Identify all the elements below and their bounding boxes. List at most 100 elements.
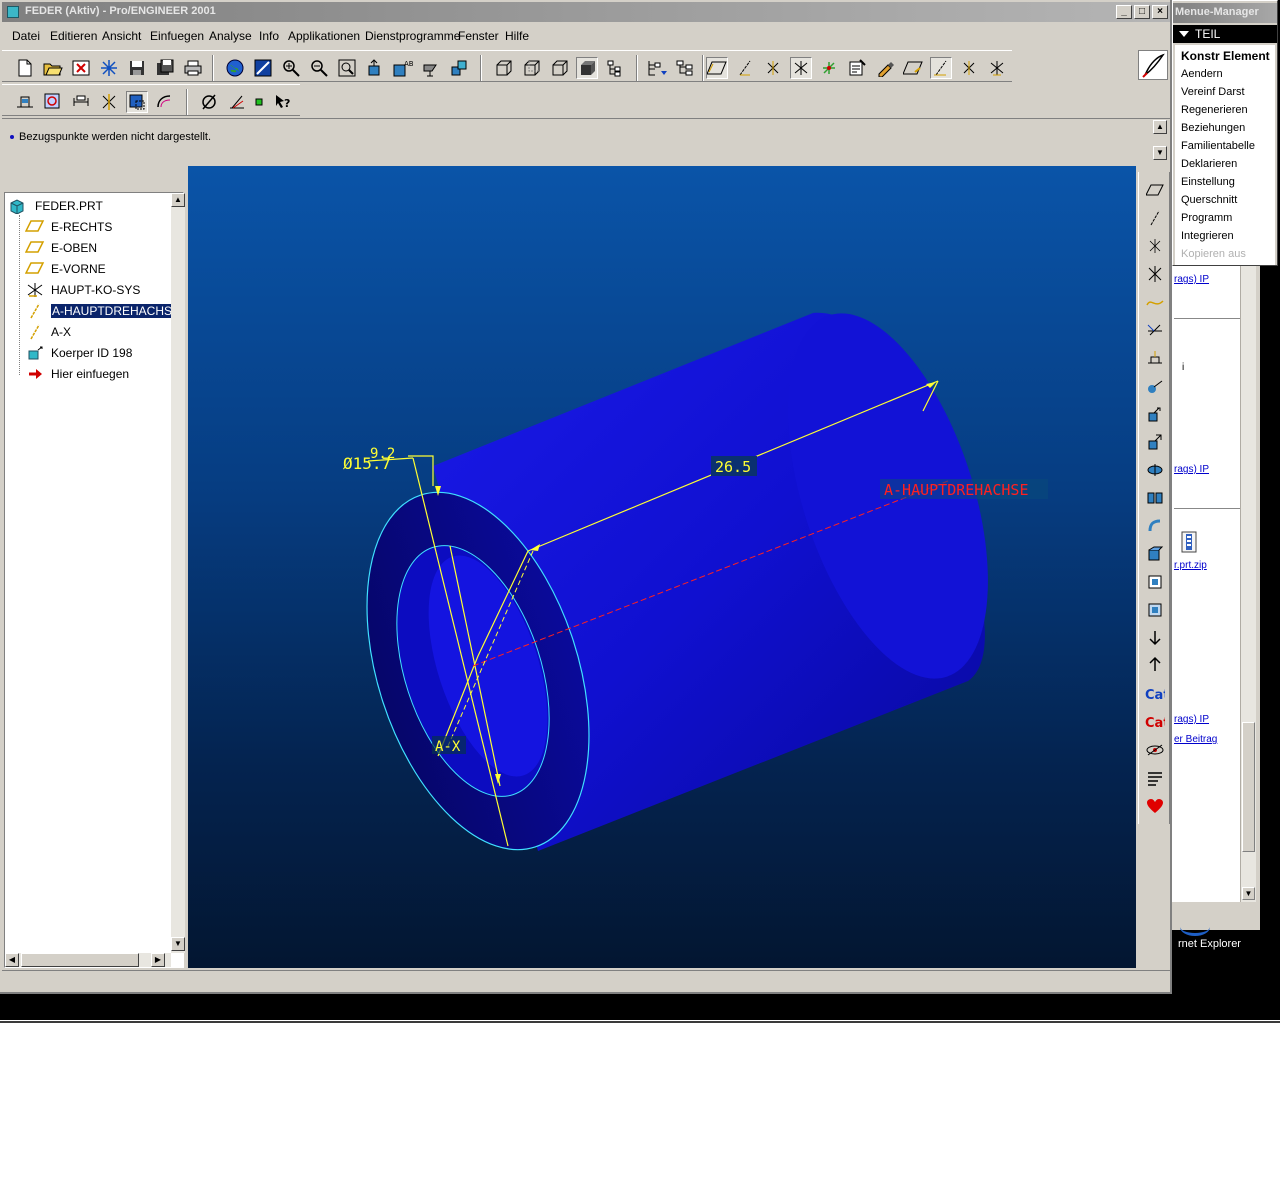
- browser-scrollbar-thumb[interactable]: [1242, 722, 1255, 852]
- menu-item-familientabelle[interactable]: Familientabelle: [1181, 140, 1255, 152]
- extrude-tool-icon[interactable]: [1145, 404, 1165, 424]
- tree-scroll-down-button[interactable]: ▼: [171, 937, 185, 951]
- menu-fenster[interactable]: Fenster: [458, 29, 499, 43]
- datum-axis-tool-icon[interactable]: [1145, 208, 1165, 228]
- model-viewport[interactable]: 26.5 Ø15.7 9.2 A-HAUPTDREHACHSE A-X: [188, 166, 1136, 968]
- hidden-line-icon[interactable]: [520, 57, 542, 79]
- no-hidden-icon[interactable]: [548, 57, 570, 79]
- title-bar[interactable]: FEDER (Aktiv) - Pro/ENGINEER 2001 _ □ ×: [2, 2, 1170, 22]
- zip-file-icon[interactable]: [1176, 530, 1202, 558]
- dimension-inner-diameter-label[interactable]: 9.2: [370, 446, 395, 462]
- model-tree-panel[interactable]: FEDER.PRT E-RECHTS E-OBEN E-VORNE HAUPT-…: [4, 192, 185, 968]
- sweep-tool-icon[interactable]: [1145, 460, 1165, 480]
- minimize-button[interactable]: _: [1116, 5, 1132, 19]
- menu-item-vereinf-darst[interactable]: Vereinf Darst: [1181, 86, 1245, 98]
- datum-curve-tool-icon[interactable]: [1145, 292, 1165, 312]
- axis-creation-icon[interactable]: [930, 57, 952, 79]
- x-axis-tag[interactable]: A-X: [432, 736, 466, 755]
- hide-eye-icon[interactable]: [1145, 740, 1165, 760]
- menu-dienstprogramme[interactable]: Dienstprogramme: [365, 29, 460, 43]
- menu-einfuegen[interactable]: Einfuegen: [150, 29, 204, 43]
- menu-info[interactable]: Info: [259, 29, 279, 43]
- zoom-out-icon[interactable]: [308, 57, 330, 79]
- desktop-icon-label[interactable]: rnet Explorer: [1178, 938, 1241, 950]
- browser-link[interactable]: rags) IP: [1174, 464, 1209, 475]
- graphics-window[interactable]: 26.5 Ø15.7 9.2 A-HAUPTDREHACHSE A-X: [188, 166, 1136, 968]
- browser-link[interactable]: rags) IP: [1174, 274, 1209, 285]
- orient-icon[interactable]: [364, 57, 386, 79]
- model-analysis-icon[interactable]: [98, 91, 120, 113]
- tree-vertical-scrollbar[interactable]: ▲ ▼: [171, 193, 185, 953]
- offset-datum-icon[interactable]: [1145, 348, 1165, 368]
- browser-link[interactable]: rags) IP: [1174, 714, 1209, 725]
- maximize-button[interactable]: □: [1134, 5, 1150, 19]
- csys-tool-icon[interactable]: [1145, 264, 1165, 284]
- new-file-icon[interactable]: [14, 57, 36, 79]
- zoom-in-icon[interactable]: [280, 57, 302, 79]
- browser-scroll-down-button[interactable]: ▼: [1242, 887, 1255, 900]
- context-help-icon[interactable]: ?: [272, 91, 294, 113]
- browser-link[interactable]: r.prt.zip: [1174, 560, 1207, 571]
- menu-item-beziehungen[interactable]: Beziehungen: [1181, 122, 1245, 134]
- menu-item-regenerieren[interactable]: Regenerieren: [1181, 104, 1248, 116]
- repaint-icon[interactable]: [252, 57, 274, 79]
- revolve-tool-icon[interactable]: [1145, 432, 1165, 452]
- menu-item-deklarieren[interactable]: Deklarieren: [1181, 158, 1237, 170]
- save-copy-icon[interactable]: [154, 57, 176, 79]
- round-tool-icon[interactable]: [1145, 544, 1165, 564]
- menu-applikationen[interactable]: Applikationen: [288, 29, 360, 43]
- saved-views-icon[interactable]: [420, 57, 442, 79]
- diameter-icon[interactable]: [198, 91, 220, 113]
- menu-item-integrieren[interactable]: Integrieren: [1181, 230, 1234, 242]
- csys-creation-icon[interactable]: [986, 57, 1008, 79]
- tree-columns-icon[interactable]: [674, 57, 696, 79]
- shading-icon[interactable]: [576, 57, 598, 79]
- spin-center-icon[interactable]: [646, 57, 668, 79]
- wireframe-icon[interactable]: [492, 57, 514, 79]
- message-scroll-down-button[interactable]: ▼: [1153, 146, 1167, 160]
- menu-datei[interactable]: Datei: [12, 29, 40, 43]
- web-browser-icon[interactable]: [224, 57, 246, 79]
- print-icon[interactable]: [182, 57, 204, 79]
- datum-point-tool-icon[interactable]: [1145, 236, 1165, 256]
- rib-tool-icon[interactable]: [1145, 600, 1165, 620]
- cat-tool-icon[interactable]: Cat: [1145, 684, 1165, 704]
- save-icon[interactable]: [126, 57, 148, 79]
- length-dimension[interactable]: 26.5: [711, 456, 757, 476]
- tree-scroll-up-button[interactable]: ▲: [171, 193, 185, 207]
- tree-scroll-left-button[interactable]: ◀: [5, 953, 19, 967]
- menu-item-programm[interactable]: Programm: [1181, 212, 1232, 224]
- internet-explorer-icon[interactable]: [1180, 918, 1210, 936]
- datum-analysis-icon[interactable]: [1145, 376, 1165, 396]
- select-filter-icon[interactable]: [14, 91, 36, 113]
- blend-tool-icon[interactable]: [1145, 488, 1165, 508]
- move-down-icon[interactable]: [1145, 628, 1165, 648]
- hole-tool-icon[interactable]: [1145, 516, 1165, 536]
- move-up-icon[interactable]: [1145, 654, 1165, 674]
- message-scrollbar[interactable]: ▲ ▼: [1153, 120, 1169, 162]
- model-tree-toggle-icon[interactable]: [604, 57, 626, 79]
- shell-tool-icon[interactable]: [1145, 572, 1165, 592]
- favorite-heart-icon[interactable]: [1145, 796, 1165, 816]
- menu-ansicht[interactable]: Ansicht: [102, 29, 141, 43]
- menu-analyse[interactable]: Analyse: [209, 29, 252, 43]
- message-scroll-up-button[interactable]: ▲: [1153, 120, 1167, 134]
- layers-icon[interactable]: [448, 57, 470, 79]
- sketch-icon[interactable]: [874, 57, 896, 79]
- menu-item-einstellung[interactable]: Einstellung: [1181, 176, 1235, 188]
- plane-creation-icon[interactable]: [902, 57, 924, 79]
- coord-sys-toggle-icon[interactable]: [790, 57, 812, 79]
- datum-planes-toggle-icon[interactable]: [706, 57, 728, 79]
- cylinder-body[interactable]: [326, 289, 1028, 878]
- datum-points-toggle-icon[interactable]: [762, 57, 784, 79]
- sketched-datum-icon[interactable]: [1145, 320, 1165, 340]
- datum-axes-toggle-icon[interactable]: [734, 57, 756, 79]
- list-tool-icon[interactable]: [1145, 768, 1165, 788]
- collapse-triangle-icon[interactable]: [1179, 31, 1189, 37]
- view-list-icon[interactable]: AB: [392, 57, 414, 79]
- tree-horizontal-scrollbar[interactable]: ◀ ▶: [5, 953, 171, 967]
- quill-icon[interactable]: [1138, 50, 1168, 80]
- refit-icon[interactable]: [336, 57, 358, 79]
- close-window-icon[interactable]: [70, 57, 92, 79]
- annotation-icon[interactable]: [846, 57, 868, 79]
